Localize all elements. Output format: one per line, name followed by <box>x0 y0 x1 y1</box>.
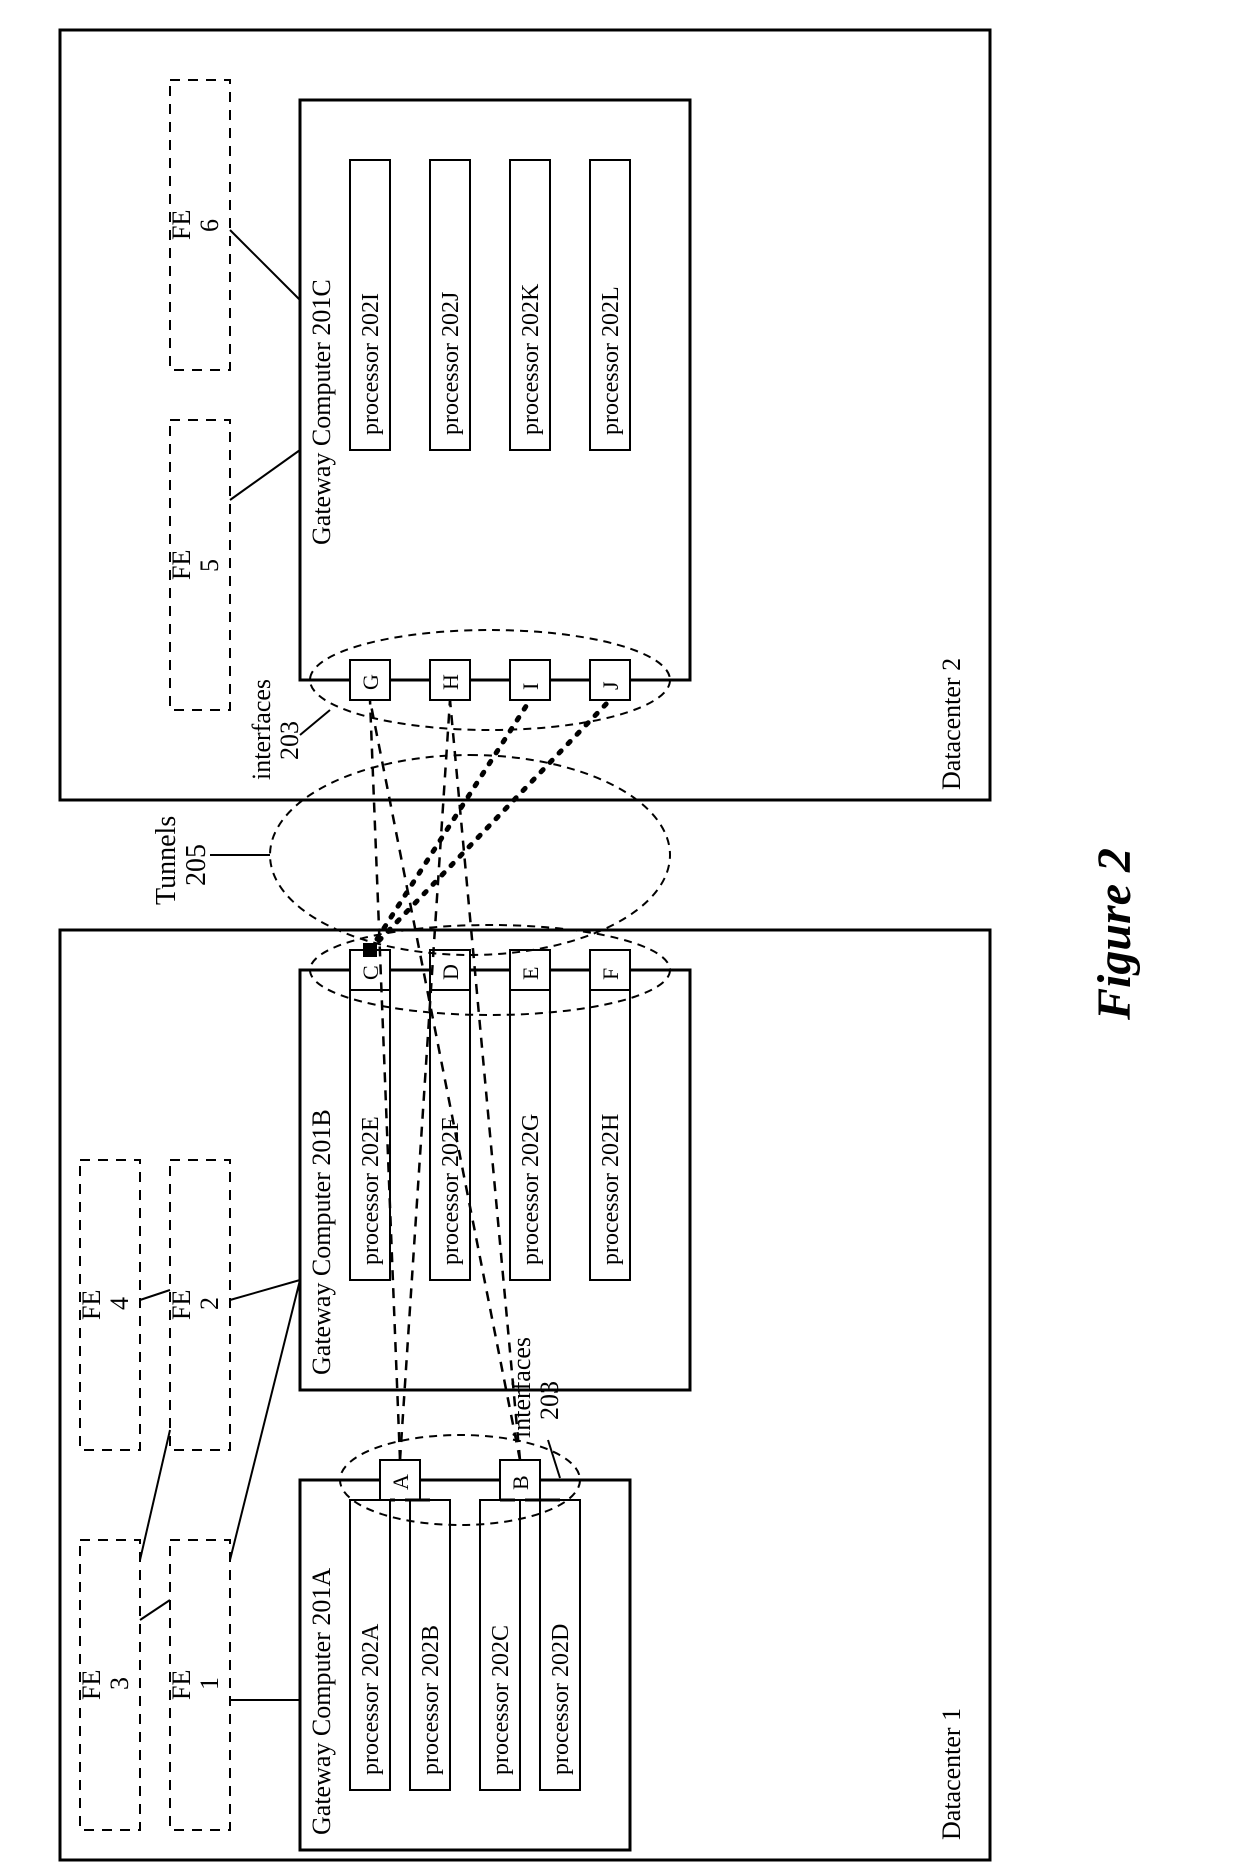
fe3-label-line1: FE <box>77 1670 106 1700</box>
figure-label: Figure 2 <box>1088 848 1141 1021</box>
iface-c-marker <box>363 943 377 957</box>
dc2-iface-label-1: interfaces <box>247 679 276 780</box>
iface-b: B <box>500 1460 540 1500</box>
iface-h-label: H <box>438 674 463 690</box>
fe4-box: FE 4 <box>77 1160 140 1450</box>
fe2-label-line2: 2 <box>195 1297 224 1310</box>
proc-202d-label: processor 202D <box>548 1624 574 1775</box>
proc-202b: processor 202B <box>410 1500 450 1790</box>
gateway-201b: Gateway Computer 201B processor 202E pro… <box>300 925 690 1390</box>
fe2-label-line1: FE <box>167 1290 196 1320</box>
link-fe4-fe2 <box>140 1290 170 1300</box>
proc-202a: processor 202A <box>350 1500 390 1790</box>
dc1-iface-label-2: 203 <box>535 1381 564 1420</box>
iface-a: A <box>380 1460 420 1500</box>
gwa-title: Gateway Computer 201A <box>307 1568 336 1835</box>
gateway-201a: Gateway Computer 201A processor 202A pro… <box>300 1435 630 1850</box>
proc-202c-label: processor 202C <box>488 1625 514 1775</box>
link-fe2-gwb <box>230 1280 300 1300</box>
proc-202e: processor 202E <box>350 990 390 1280</box>
iface-f-label: F <box>598 968 623 980</box>
iface-d: D <box>430 950 470 990</box>
proc-202a-label: processor 202A <box>358 1623 384 1775</box>
tunnel-c-j <box>370 700 610 950</box>
dc1-iface-leader <box>548 1440 560 1478</box>
iface-e-label: E <box>518 967 543 980</box>
fe1-box: FE 1 <box>167 1540 230 1830</box>
proc-202l-label: processor 202L <box>598 286 624 435</box>
tunnel-a-h <box>400 700 450 1460</box>
gwb-title: Gateway Computer 201B <box>307 1109 336 1375</box>
fe6-box: FE 6 <box>167 80 230 370</box>
proc-202h: processor 202H <box>590 990 630 1280</box>
iface-i-label: I <box>518 683 543 690</box>
proc-202i: processor 202I <box>350 160 390 450</box>
link-fe5-gwc <box>230 450 300 500</box>
link-fe3-fe1 <box>140 1600 170 1620</box>
proc-202l: processor 202L <box>590 160 630 450</box>
proc-202f-label: processor 202F <box>438 1118 464 1265</box>
link-fe3-fe2 <box>140 1430 170 1560</box>
iface-j: J <box>590 660 630 700</box>
iface-b-label: B <box>508 1475 533 1490</box>
dc2-iface-leader <box>300 710 330 735</box>
iface-c-label: C <box>358 965 383 980</box>
proc-202c: processor 202C <box>480 1500 520 1790</box>
fe1-label-line2: 1 <box>195 1677 224 1690</box>
link-fe6-gwc <box>230 230 300 300</box>
fe2-box: FE 2 <box>167 1160 230 1450</box>
iface-g-label: G <box>358 674 383 690</box>
iface-f: F <box>590 950 630 990</box>
proc-202g-label: processor 202G <box>518 1114 544 1265</box>
iface-g: G <box>350 660 390 700</box>
iface-e: E <box>510 950 550 990</box>
fe4-label-line2: 4 <box>105 1297 134 1310</box>
fe4-label-line1: FE <box>77 1290 106 1320</box>
dc1-iface-label-1: interfaces <box>507 1337 536 1438</box>
iface-j-label: J <box>598 681 623 690</box>
tunnels-label-2: 205 <box>181 844 212 886</box>
iface-i: I <box>510 660 550 700</box>
dc2-iface-label-2: 203 <box>275 721 304 760</box>
fe1-label-line1: FE <box>167 1670 196 1700</box>
tunnel-a-g <box>370 700 400 1460</box>
tunnels-label-1: Tunnels <box>151 816 182 905</box>
gwc-title: Gateway Computer 201C <box>307 279 336 545</box>
fe3-label-line2: 3 <box>105 1677 134 1690</box>
fe6-label-line2: 6 <box>195 219 224 232</box>
proc-202k: processor 202K <box>510 160 550 450</box>
proc-202h-label: processor 202H <box>598 1114 624 1265</box>
fe6-label-line1: FE <box>167 210 196 240</box>
dc2-label: Datacenter 2 <box>937 658 966 790</box>
proc-202g: processor 202G <box>510 990 550 1280</box>
fe3-box: FE 3 <box>77 1540 140 1830</box>
proc-202j-label: processor 202J <box>438 292 464 435</box>
iface-d-label: D <box>438 964 463 980</box>
proc-202d: processor 202D <box>540 1500 580 1790</box>
fe5-label-line2: 5 <box>195 559 224 572</box>
link-fe1-gwb <box>230 1280 300 1560</box>
proc-202k-label: processor 202K <box>518 283 544 435</box>
fe5-label-line1: FE <box>167 550 196 580</box>
proc-202b-label: processor 202B <box>418 1625 444 1775</box>
proc-202e-label: processor 202E <box>358 1116 384 1265</box>
dc1-label: Datacenter 1 <box>937 1708 966 1840</box>
tunnel-c-i <box>370 700 530 950</box>
figure-diagram: Datacenter 1 Datacenter 2 FE 3 FE 4 FE 1… <box>0 0 1240 1867</box>
gateway-201c: Gateway Computer 201C processor 202I pro… <box>300 100 690 730</box>
tunnel-b-g <box>370 700 520 1460</box>
iface-a-label: A <box>388 1474 413 1490</box>
diagram-root: Datacenter 1 Datacenter 2 FE 3 FE 4 FE 1… <box>60 30 1141 1860</box>
tunnels-ellipse <box>270 755 670 955</box>
fe5-box: FE 5 <box>167 420 230 710</box>
proc-202i-label: processor 202I <box>358 293 384 435</box>
iface-h: H <box>430 660 470 700</box>
proc-202j: processor 202J <box>430 160 470 450</box>
